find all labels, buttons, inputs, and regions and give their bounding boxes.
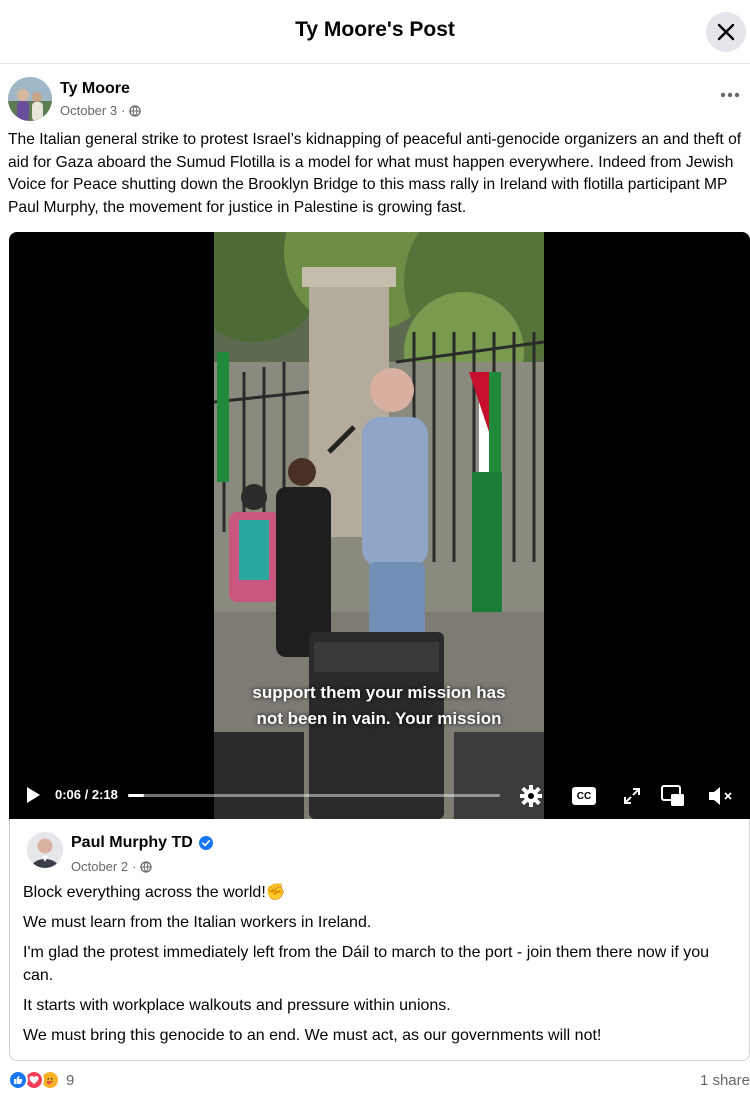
- picture-in-picture-button[interactable]: [661, 785, 685, 812]
- cc-label: CC: [576, 790, 592, 802]
- globe-icon: [129, 104, 142, 117]
- care-icon: [46, 1077, 53, 1085]
- closed-captions-icon: CC: [572, 787, 596, 805]
- globe-icon: [140, 860, 153, 873]
- muted-icon: [709, 787, 732, 805]
- post-text: The Italian general strike to protest Is…: [8, 131, 742, 216]
- post-footer: 9 1 share: [8, 1068, 750, 1094]
- shared-post-card[interactable]: Paul Murphy TD October 2 · Block everyth…: [9, 819, 750, 1061]
- love-icon: [29, 1076, 39, 1084]
- video-progress-bar[interactable]: [128, 794, 500, 797]
- settings-icon: [520, 785, 542, 807]
- more-options-button[interactable]: [718, 83, 742, 107]
- shared-line-5: We must bring this genocide to an end. W…: [23, 1027, 602, 1044]
- shared-post-date[interactable]: October 2: [71, 859, 128, 874]
- post-author-row: Ty Moore October 3 ·: [8, 77, 750, 123]
- picture-in-picture-icon: [661, 785, 684, 806]
- caption-line-2: not been in vain. Your mission: [256, 709, 502, 728]
- caption-line-1: support them your mission has: [252, 683, 506, 702]
- close-button[interactable]: [706, 12, 746, 52]
- author-avatar[interactable]: [8, 77, 52, 121]
- video-progress-fill: [128, 794, 144, 797]
- shared-line-1: Block everything across the world!✊: [23, 881, 738, 904]
- post-date[interactable]: October 3: [60, 103, 117, 118]
- shared-line-2: We must learn from the Italian workers i…: [23, 914, 372, 931]
- post-dialog-header: Ty Moore's Post: [0, 0, 750, 64]
- dialog-title: Ty Moore's Post: [295, 18, 455, 41]
- like-icon: [14, 1076, 23, 1084]
- shared-line-4: It starts with workplace walkouts and pr…: [23, 997, 451, 1014]
- like-reaction: [8, 1070, 28, 1090]
- video-time: 0:06 / 2:18: [55, 787, 118, 802]
- avatar-photo: [8, 77, 52, 121]
- post-meta: October 3 ·: [60, 103, 142, 118]
- reaction-count[interactable]: 9: [66, 1072, 74, 1089]
- shared-author-avatar[interactable]: [27, 832, 63, 868]
- shared-author-name[interactable]: Paul Murphy TD: [71, 834, 193, 852]
- shared-author-name-row: Paul Murphy TD: [71, 834, 213, 852]
- mute-button[interactable]: [708, 785, 734, 812]
- shared-meta-separator: ·: [132, 859, 137, 874]
- play-icon: [27, 787, 40, 803]
- share-count[interactable]: 1 share: [700, 1072, 750, 1089]
- meta-separator: ·: [121, 103, 126, 118]
- author-name[interactable]: Ty Moore: [60, 80, 130, 98]
- shared-avatar-photo: [27, 832, 63, 868]
- raised-fist-emoji: ✊: [265, 884, 286, 901]
- video-controls: 0:06 / 2:18 CC: [9, 773, 750, 819]
- reactions-summary[interactable]: 9: [8, 1070, 74, 1090]
- shared-post-text: Block everything across the world!✊ We m…: [23, 881, 738, 1054]
- shared-line-1-text: Block everything across the world!: [23, 884, 266, 901]
- closed-captions-button[interactable]: CC: [572, 787, 596, 805]
- shared-line-3: I'm glad the protest immediately left fr…: [23, 944, 710, 984]
- more-icon: [720, 92, 740, 98]
- close-icon: [717, 23, 735, 41]
- verified-badge-icon: [198, 836, 213, 850]
- video-player[interactable]: support them your mission has not been i…: [9, 232, 750, 819]
- fullscreen-button[interactable]: [623, 787, 641, 810]
- shared-post-meta: October 2 ·: [71, 859, 153, 874]
- fullscreen-icon: [624, 788, 640, 804]
- play-button[interactable]: [25, 786, 41, 809]
- settings-button[interactable]: [520, 785, 542, 812]
